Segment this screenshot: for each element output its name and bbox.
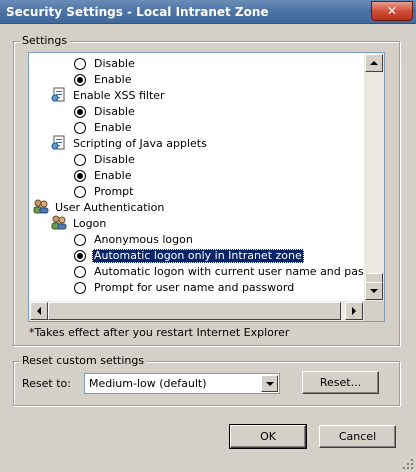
settings-group-label: Settings — [20, 34, 70, 47]
reset-button-label: Reset... — [319, 376, 362, 389]
radio-checked-icon[interactable] — [74, 250, 86, 262]
tree-item-label: Automatic logon with current user name a… — [94, 265, 364, 278]
settings-page-icon — [51, 87, 67, 105]
reset-button[interactable]: Reset... — [302, 371, 379, 394]
tree-item-label: Scripting of Java applets — [73, 137, 207, 150]
tree-item-label: Enable — [94, 169, 132, 182]
tree-radio-option[interactable]: Enable — [74, 72, 133, 88]
radio-unchecked-icon[interactable] — [74, 186, 86, 198]
tree-item-label: Enable — [94, 121, 132, 134]
reset-level-select[interactable]: Medium-low (default) — [84, 373, 280, 394]
radio-unchecked-icon[interactable] — [74, 282, 86, 294]
tree-radio-option[interactable]: Disable — [74, 56, 137, 72]
tree-radio-option[interactable]: Enable — [74, 168, 133, 184]
tree-category[interactable]: Scripting of Java applets — [51, 135, 209, 153]
scroll-up-button[interactable] — [365, 54, 383, 72]
radio-unchecked-icon[interactable] — [74, 266, 86, 278]
resize-grip-icon[interactable] — [402, 458, 414, 470]
radio-unchecked-icon[interactable] — [74, 122, 86, 134]
settings-tree[interactable]: Disable Enable Enable XSS filter Disable Ena… — [28, 52, 385, 322]
arrow-left-icon — [37, 307, 41, 315]
ok-button[interactable]: OK — [229, 424, 307, 449]
dropdown-button[interactable] — [261, 375, 278, 392]
tree-item-label: Disable — [94, 153, 135, 166]
horizontal-scroll-thumb[interactable] — [48, 302, 341, 320]
settings-page-icon — [51, 135, 67, 153]
tree-radio-option[interactable]: Prompt — [74, 184, 135, 200]
ok-button-label: OK — [260, 430, 276, 443]
restart-note: *Takes effect after you restart Internet… — [29, 326, 290, 339]
cancel-button-label: Cancel — [338, 430, 377, 443]
radio-unchecked-icon[interactable] — [74, 154, 86, 166]
tree-item-label: Automatic logon only in Intranet zone — [92, 249, 304, 263]
close-icon: ✕ — [386, 4, 398, 18]
reset-to-label: Reset to: — [22, 377, 71, 390]
radio-unchecked-icon[interactable] — [74, 234, 86, 246]
radio-checked-icon[interactable] — [74, 170, 86, 182]
tree-item-label: Disable — [94, 105, 135, 118]
arrow-up-icon — [370, 61, 378, 65]
reset-group-label: Reset custom settings — [20, 354, 147, 367]
radio-unchecked-icon[interactable] — [74, 58, 86, 70]
tree-category[interactable]: User Authentication — [33, 199, 166, 217]
scrollbar-corner — [364, 301, 384, 321]
arrow-down-icon — [370, 289, 378, 293]
tree-item-label: Anonymous logon — [94, 233, 193, 246]
radio-checked-icon[interactable] — [74, 106, 86, 118]
chevron-down-icon — [265, 381, 274, 386]
cancel-button[interactable]: Cancel — [319, 425, 396, 448]
settings-tree-rows: Disable Enable Enable XSS filter Disable Ena… — [29, 53, 364, 301]
scroll-right-button[interactable] — [345, 302, 363, 320]
tree-radio-option[interactable]: Disable — [74, 104, 137, 120]
scroll-down-button[interactable] — [365, 282, 383, 300]
tree-item-label: User Authentication — [55, 201, 165, 214]
users-icon — [51, 215, 67, 233]
tree-item-label: Disable — [94, 57, 135, 70]
title-bar[interactable]: Security Settings - Local Intranet Zone … — [0, 0, 416, 24]
arrow-right-icon — [352, 307, 356, 315]
tree-radio-option[interactable]: Prompt for user name and password — [74, 280, 296, 296]
tree-item-label: Prompt for user name and password — [94, 281, 295, 294]
tree-radio-option[interactable]: Anonymous logon — [74, 232, 195, 248]
window-title: Security Settings - Local Intranet Zone — [6, 5, 269, 19]
radio-checked-icon[interactable] — [74, 74, 86, 86]
tree-item-label: Enable XSS filter — [73, 89, 165, 102]
vertical-scrollbar[interactable] — [364, 53, 384, 301]
tree-category[interactable]: Logon — [51, 215, 108, 233]
tree-category[interactable]: Enable XSS filter — [51, 87, 167, 105]
tree-item-label: Logon — [73, 217, 107, 230]
close-button[interactable]: ✕ — [371, 1, 413, 21]
tree-item-label: Enable — [94, 73, 132, 86]
scroll-left-button[interactable] — [30, 302, 48, 320]
tree-radio-option[interactable]: Enable — [74, 120, 133, 136]
horizontal-scrollbar[interactable] — [29, 301, 364, 321]
reset-level-value: Medium-low (default) — [89, 377, 207, 390]
tree-radio-option[interactable]: Automatic logon only in Intranet zone — [74, 248, 304, 264]
users-icon — [33, 199, 49, 217]
tree-radio-option[interactable]: Automatic logon with current user name a… — [74, 264, 364, 280]
security-settings-dialog: Security Settings - Local Intranet Zone … — [0, 0, 416, 472]
tree-radio-option[interactable]: Disable — [74, 152, 137, 168]
tree-item-label: Prompt — [94, 185, 134, 198]
